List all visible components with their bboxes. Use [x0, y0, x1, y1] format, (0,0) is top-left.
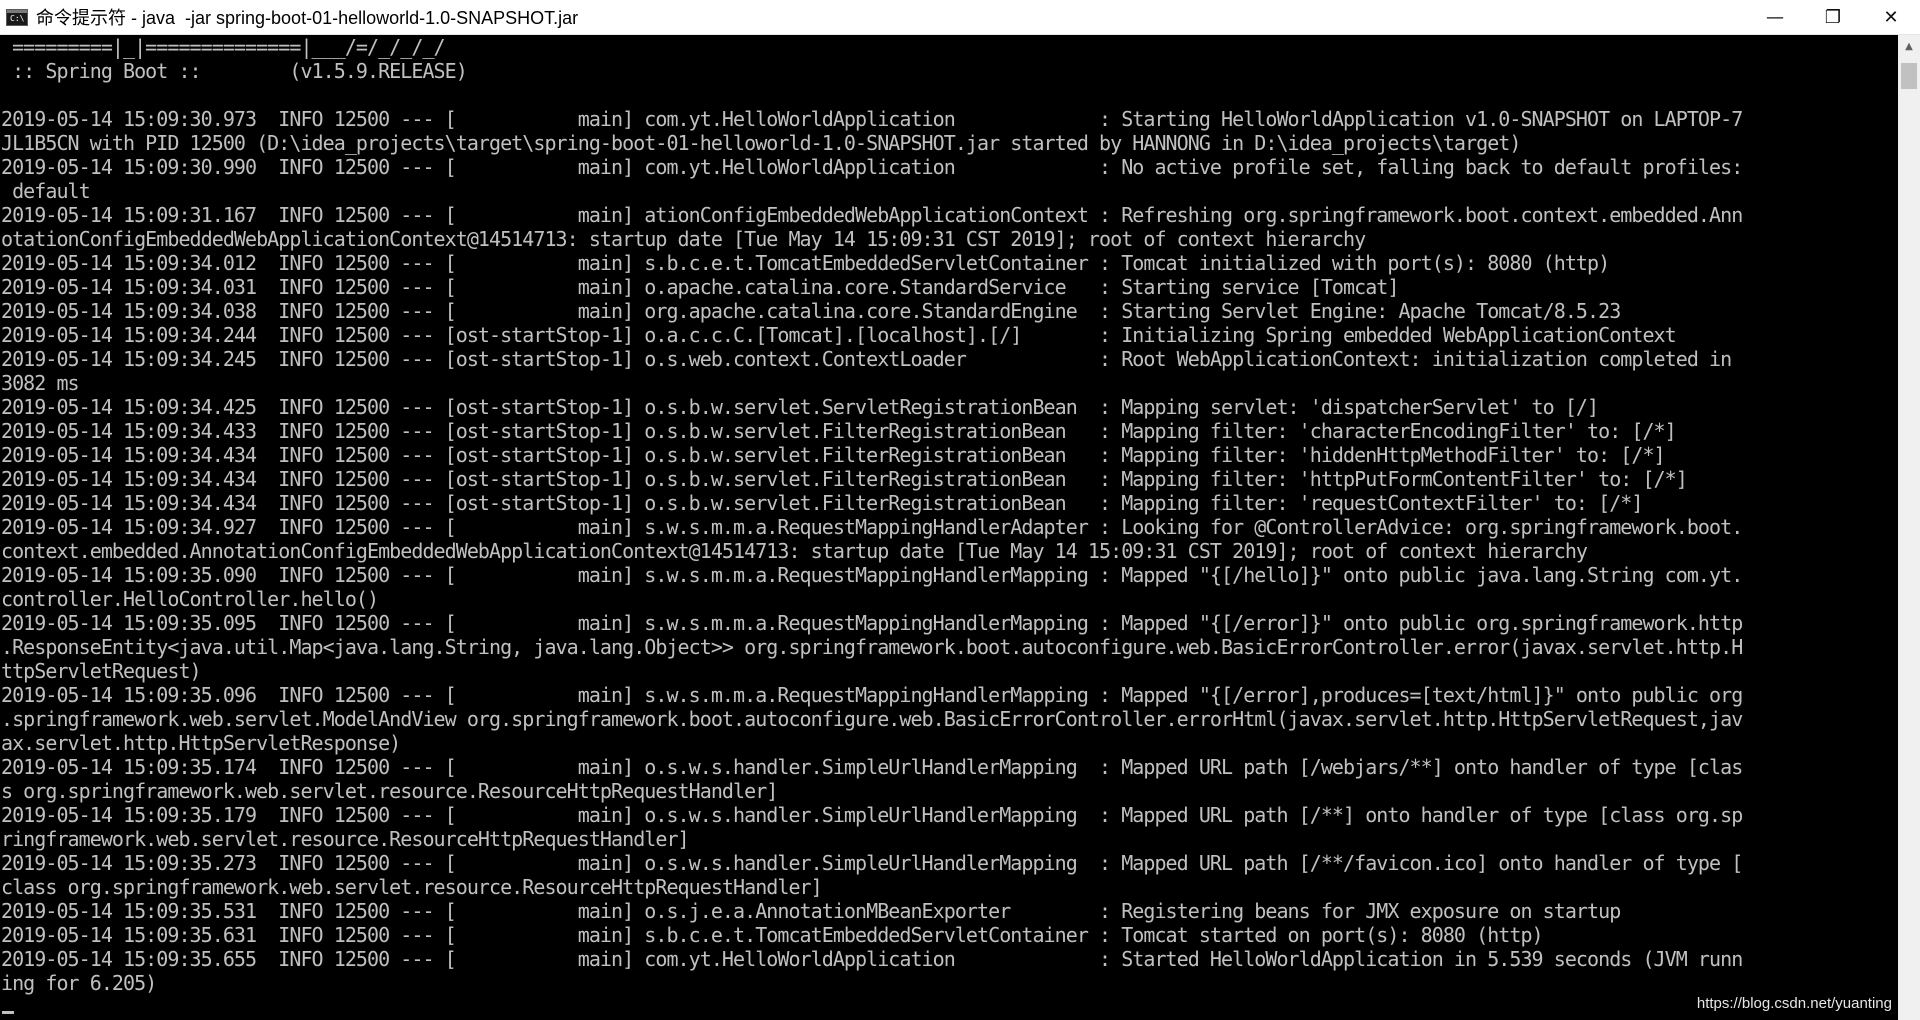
title-bar[interactable]: C:\ 命令提示符 - java -jar spring-boot-01-hel…: [0, 0, 1920, 35]
minimize-icon: —: [1766, 6, 1784, 28]
text-cursor: [2, 1011, 14, 1014]
minimize-button[interactable]: —: [1746, 0, 1804, 34]
scroll-up-button[interactable]: ▲: [1898, 35, 1920, 57]
cmd-app-icon[interactable]: C:\: [6, 8, 28, 26]
console-output[interactable]: =========|_|==============|___/=/_/_/_/ …: [0, 35, 1898, 1020]
vertical-scrollbar[interactable]: ▲: [1898, 35, 1920, 1020]
scroll-thumb[interactable]: [1901, 63, 1917, 89]
close-icon: ✕: [1883, 6, 1899, 28]
chevron-up-icon: ▲: [1905, 40, 1913, 52]
watermark-text: https://blog.csdn.net/yuanting: [1696, 995, 1892, 1012]
command-prompt-window: C:\ 命令提示符 - java -jar spring-boot-01-hel…: [0, 0, 1920, 1020]
restore-icon: ❐: [1824, 6, 1842, 28]
console-log-text: =========|_|==============|___/=/_/_/_/ …: [1, 35, 1743, 995]
window-controls: — ❐ ✕: [1746, 0, 1920, 34]
close-button[interactable]: ✕: [1862, 0, 1920, 34]
cmd-icon-glyph: C:\: [10, 13, 25, 23]
restore-button[interactable]: ❐: [1804, 0, 1862, 34]
window-title: 命令提示符 - java -jar spring-boot-01-hellowo…: [36, 8, 579, 28]
